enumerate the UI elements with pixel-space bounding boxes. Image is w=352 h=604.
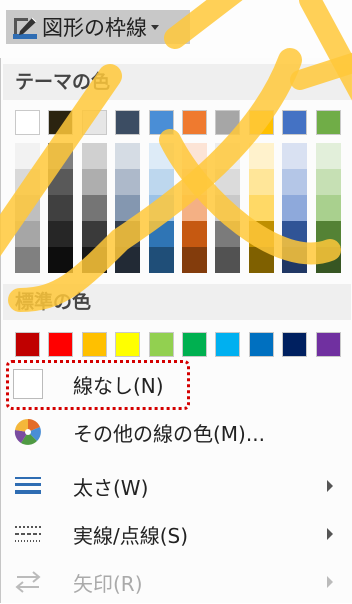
- standard-color-swatch[interactable]: [282, 332, 308, 357]
- theme-tint-swatch[interactable]: [248, 247, 274, 273]
- theme-tint-swatch[interactable]: [15, 169, 40, 195]
- theme-tint-swatch[interactable]: [148, 143, 174, 169]
- submenu-arrow-icon: [327, 480, 333, 492]
- dashes-label: 実線/点線(S): [73, 523, 189, 548]
- theme-tint-swatch[interactable]: [148, 195, 174, 221]
- standard-color-swatch[interactable]: [215, 332, 241, 357]
- standard-color-swatch[interactable]: [15, 332, 40, 357]
- theme-tint-swatch[interactable]: [48, 143, 74, 169]
- theme-tint-swatch[interactable]: [282, 247, 308, 273]
- theme-tint-swatch[interactable]: [115, 143, 141, 169]
- line-weight-icon: [13, 471, 43, 501]
- theme-tint-swatch[interactable]: [115, 221, 141, 247]
- theme-tint-swatch[interactable]: [282, 195, 308, 221]
- no-line-icon: [13, 369, 43, 399]
- theme-tint-swatch[interactable]: [315, 195, 341, 221]
- theme-color-swatch[interactable]: [48, 110, 74, 135]
- theme-color-swatch[interactable]: [215, 110, 241, 135]
- theme-tint-swatch[interactable]: [115, 247, 141, 273]
- theme-tint-swatch[interactable]: [182, 143, 207, 169]
- theme-color-swatch[interactable]: [115, 110, 141, 135]
- arrows-icon: [13, 567, 43, 597]
- theme-tint-swatch[interactable]: [215, 195, 241, 221]
- standard-color-swatch[interactable]: [81, 332, 107, 357]
- theme-tint-swatch[interactable]: [81, 247, 107, 273]
- theme-tint-swatch[interactable]: [148, 221, 174, 247]
- more-outline-colors-item[interactable]: その他の線の色(M)...: [3, 410, 351, 454]
- theme-tint-swatch[interactable]: [81, 143, 107, 169]
- theme-tint-swatch[interactable]: [282, 221, 308, 247]
- theme-tint-swatch[interactable]: [282, 143, 308, 169]
- theme-tint-swatch[interactable]: [48, 169, 74, 195]
- theme-color-swatch[interactable]: [248, 110, 274, 135]
- theme-tint-swatch[interactable]: [81, 195, 107, 221]
- theme-tint-swatch[interactable]: [182, 169, 207, 195]
- theme-tint-swatch[interactable]: [48, 221, 74, 247]
- weight-item[interactable]: 太さ(W): [3, 464, 351, 508]
- shape-outline-button[interactable]: 図形の枠線: [6, 10, 190, 44]
- theme-tint-swatch[interactable]: [282, 169, 308, 195]
- theme-tint-swatch[interactable]: [248, 221, 274, 247]
- theme-color-swatch[interactable]: [315, 110, 341, 135]
- standard-color-swatch[interactable]: [182, 332, 207, 357]
- theme-tint-swatch[interactable]: [248, 169, 274, 195]
- weight-label: 太さ(W): [73, 475, 149, 500]
- theme-tint-swatch[interactable]: [315, 221, 341, 247]
- submenu-arrow-icon: [327, 528, 333, 540]
- theme-color-swatch[interactable]: [148, 110, 174, 135]
- standard-color-swatch[interactable]: [148, 332, 174, 357]
- ribbon-area: 図形の枠線: [0, 0, 352, 58]
- dash-style-icon: [13, 519, 43, 549]
- theme-tint-swatch[interactable]: [15, 221, 40, 247]
- theme-tint-swatch[interactable]: [15, 143, 40, 169]
- theme-tint-swatch[interactable]: [182, 221, 207, 247]
- theme-tint-swatch[interactable]: [315, 169, 341, 195]
- root: 図形の枠線 テーマの色 標準の色 線なし(N) その他の線の色(M)... 太さ…: [0, 0, 352, 603]
- theme-tint-swatch[interactable]: [115, 169, 141, 195]
- theme-tint-swatch[interactable]: [115, 195, 141, 221]
- outline-dropdown-menu: テーマの色 標準の色 線なし(N) その他の線の色(M)... 太さ(W) 実線…: [0, 58, 352, 603]
- theme-tint-swatch[interactable]: [215, 169, 241, 195]
- theme-tint-swatch[interactable]: [215, 221, 241, 247]
- pen-outline-icon: [13, 17, 37, 39]
- theme-tint-swatch[interactable]: [315, 247, 341, 273]
- more-outline-colors-label: その他の線の色(M)...: [73, 421, 265, 446]
- theme-tint-swatch[interactable]: [81, 221, 107, 247]
- theme-color-swatch[interactable]: [81, 110, 107, 135]
- shape-outline-label: 図形の枠線: [42, 16, 147, 40]
- theme-tint-swatch[interactable]: [182, 247, 207, 273]
- theme-tint-swatch[interactable]: [48, 195, 74, 221]
- dashes-item[interactable]: 実線/点線(S): [3, 512, 351, 556]
- theme-tint-swatch[interactable]: [148, 169, 174, 195]
- no-outline-label: 線なし(N): [73, 373, 164, 398]
- theme-tint-swatch[interactable]: [81, 169, 107, 195]
- chevron-down-icon[interactable]: [151, 24, 159, 30]
- theme-tint-swatch[interactable]: [15, 195, 40, 221]
- standard-color-swatch[interactable]: [48, 332, 74, 357]
- standard-colors-header: 標準の色: [3, 284, 351, 320]
- theme-tint-swatch[interactable]: [248, 195, 274, 221]
- theme-tint-swatch[interactable]: [48, 247, 74, 273]
- theme-tint-swatch[interactable]: [315, 143, 341, 169]
- standard-color-swatch[interactable]: [248, 332, 274, 357]
- theme-tint-swatch[interactable]: [182, 195, 207, 221]
- arrows-label: 矢印(R): [73, 571, 143, 596]
- standard-color-swatch[interactable]: [115, 332, 141, 357]
- no-outline-item[interactable]: 線なし(N): [3, 362, 351, 406]
- theme-tint-swatch[interactable]: [215, 143, 241, 169]
- color-wheel-icon: [13, 417, 43, 447]
- theme-color-swatch[interactable]: [182, 110, 207, 135]
- arrows-item: 矢印(R): [3, 560, 351, 604]
- theme-color-swatch[interactable]: [15, 110, 40, 135]
- standard-color-swatch[interactable]: [315, 332, 341, 357]
- submenu-arrow-icon: [327, 576, 333, 588]
- theme-color-swatch[interactable]: [282, 110, 308, 135]
- theme-tint-swatch[interactable]: [15, 247, 40, 273]
- theme-tint-swatch[interactable]: [148, 247, 174, 273]
- theme-colors-header: テーマの色: [3, 64, 351, 100]
- theme-tint-swatch[interactable]: [215, 247, 241, 273]
- theme-tint-swatch[interactable]: [248, 143, 274, 169]
